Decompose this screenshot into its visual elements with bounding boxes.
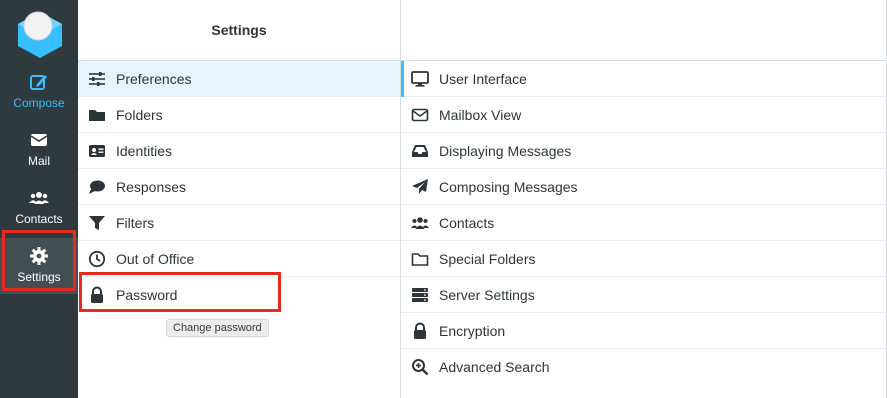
section-server-settings[interactable]: Server Settings bbox=[401, 277, 886, 313]
section-label: Advanced Search bbox=[439, 359, 550, 375]
section-special-folders[interactable]: Special Folders bbox=[401, 241, 886, 277]
id-card-icon bbox=[89, 144, 105, 157]
settings-item-label: Folders bbox=[116, 106, 163, 123]
section-mailbox-view[interactable]: Mailbox View bbox=[401, 97, 886, 133]
folder-outline-icon bbox=[411, 252, 429, 266]
password-tooltip: Change password bbox=[166, 319, 269, 337]
settings-item-responses[interactable]: Responses bbox=[78, 169, 400, 205]
envelope-icon bbox=[411, 108, 429, 121]
selection-marker bbox=[401, 61, 404, 97]
section-encryption[interactable]: Encryption bbox=[401, 313, 886, 349]
section-label: User Interface bbox=[439, 70, 527, 87]
lock-icon bbox=[414, 322, 426, 339]
search-plus-icon bbox=[412, 359, 429, 376]
nav-rail: Compose Mail Contacts Settings bbox=[0, 0, 78, 398]
section-label: Server Settings bbox=[439, 286, 535, 303]
monitor-icon bbox=[411, 70, 429, 87]
comment-icon bbox=[89, 180, 105, 194]
settings-item-filters[interactable]: Filters bbox=[78, 205, 400, 241]
section-label: Composing Messages bbox=[439, 178, 578, 195]
settings-item-preferences[interactable]: Preferences bbox=[78, 61, 400, 97]
settings-item-identities[interactable]: Identities bbox=[78, 133, 400, 169]
contacts-icon bbox=[29, 192, 49, 204]
gear-icon bbox=[30, 247, 48, 265]
sliders-icon bbox=[89, 71, 105, 86]
settings-item-out-of-office[interactable]: Out of Office bbox=[78, 241, 400, 277]
filter-icon bbox=[89, 215, 105, 230]
lock-icon bbox=[91, 286, 103, 303]
users-icon bbox=[411, 216, 429, 229]
settings-panel: Settings Preferences Folders Identities … bbox=[78, 0, 401, 398]
section-label: Displaying Messages bbox=[439, 142, 572, 159]
inbox-icon bbox=[412, 144, 428, 157]
rail-compose-label: Compose bbox=[13, 96, 65, 110]
section-advanced-search[interactable]: Advanced Search bbox=[401, 349, 886, 385]
section-label: Encryption bbox=[439, 322, 506, 339]
settings-panel-title: Settings bbox=[78, 0, 400, 61]
settings-item-label: Out of Office bbox=[116, 250, 195, 267]
preferences-panel: User Interface Mailbox View Displaying M… bbox=[401, 0, 887, 398]
rail-mail-label: Mail bbox=[27, 154, 50, 168]
section-composing-messages[interactable]: Composing Messages bbox=[401, 169, 886, 205]
section-displaying-messages[interactable]: Displaying Messages bbox=[401, 133, 886, 169]
section-user-interface[interactable]: User Interface bbox=[401, 61, 886, 97]
rail-settings-label: Settings bbox=[17, 270, 61, 284]
section-label: Contacts bbox=[439, 214, 495, 231]
settings-item-password[interactable]: Password bbox=[78, 277, 400, 313]
rail-contacts[interactable]: Contacts bbox=[0, 180, 78, 236]
mail-icon bbox=[30, 134, 48, 146]
rail-mail[interactable]: Mail bbox=[0, 122, 78, 178]
section-label: Mailbox View bbox=[439, 106, 522, 123]
settings-item-label: Filters bbox=[116, 214, 155, 231]
preferences-panel-header bbox=[401, 0, 886, 61]
settings-item-label: Password bbox=[116, 287, 178, 303]
section-contacts[interactable]: Contacts bbox=[401, 205, 886, 241]
settings-item-label: Responses bbox=[116, 178, 187, 195]
clock-icon bbox=[88, 250, 106, 267]
folder-icon bbox=[89, 109, 105, 121]
compose-icon bbox=[30, 75, 47, 90]
settings-item-folders[interactable]: Folders bbox=[78, 97, 400, 133]
section-label: Special Folders bbox=[439, 250, 536, 267]
rail-contacts-label: Contacts bbox=[15, 212, 63, 226]
app-logo[interactable] bbox=[14, 6, 66, 58]
settings-item-label: Preferences bbox=[116, 70, 192, 87]
settings-item-label: Identities bbox=[116, 142, 173, 159]
rail-settings[interactable]: Settings bbox=[0, 238, 78, 294]
paper-plane-icon bbox=[412, 178, 428, 194]
rail-compose[interactable]: Compose bbox=[0, 64, 78, 120]
server-icon bbox=[412, 287, 428, 302]
